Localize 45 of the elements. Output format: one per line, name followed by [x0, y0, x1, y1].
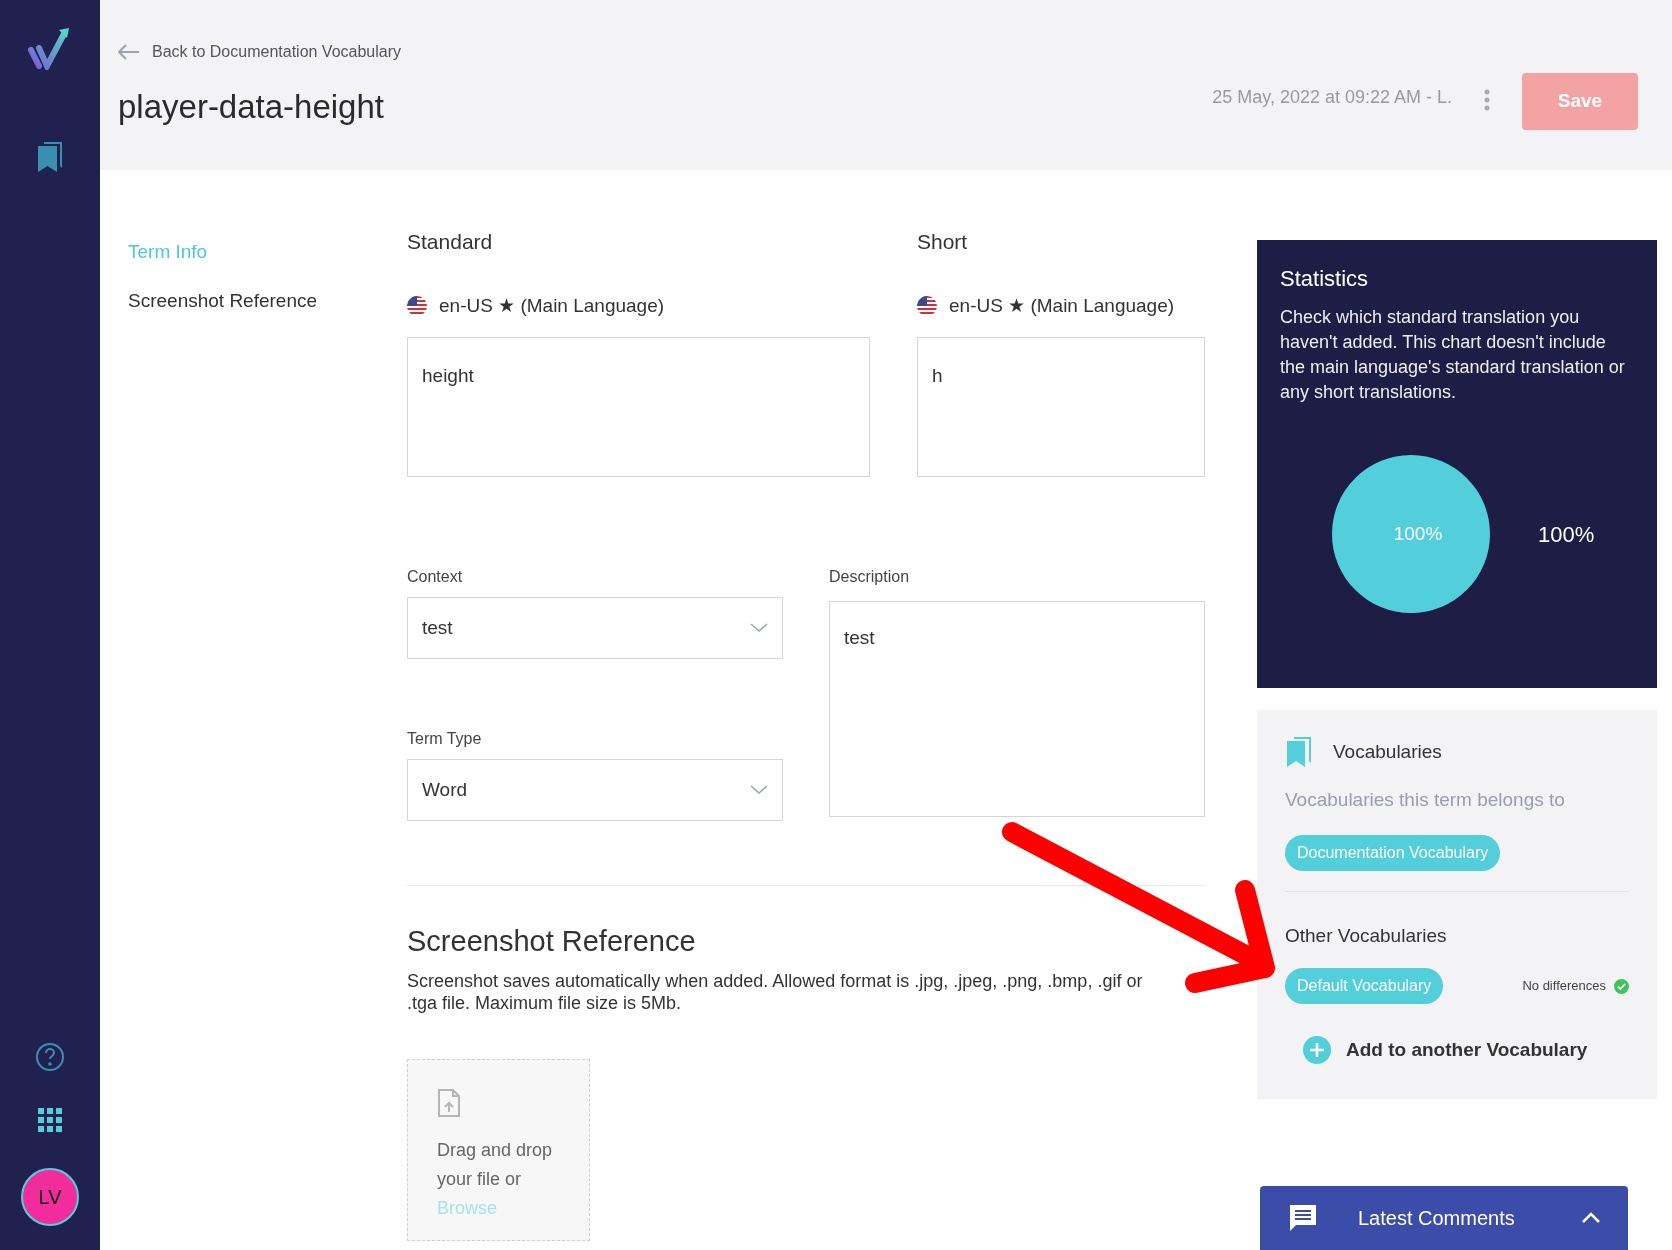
us-flag-icon: [917, 295, 937, 316]
language-label: en-US ★ (Main Language): [949, 293, 1175, 318]
field-label: Description: [829, 567, 911, 587]
panel-subtitle: Vocabularies this term belongs to: [1285, 788, 1566, 812]
slice-label: 100%: [1393, 523, 1443, 544]
back-arrow-icon: [118, 44, 140, 60]
chevron-down-icon: [750, 785, 768, 795]
translation-heading: Standard: [407, 229, 494, 255]
field-label: Context: [407, 567, 464, 587]
section-heading: Screenshot Reference: [407, 924, 696, 959]
file-drop-zone[interactable]: Drag and drop your file or Browse: [407, 1058, 590, 1241]
file-upload-icon: [437, 1087, 461, 1118]
us-flag-icon: [407, 295, 427, 316]
panel-title: Vocabularies: [1333, 739, 1442, 764]
upload-instructions: Screenshot saves automatically when added. Allowed format is .jpg, .jpeg, .png, .bmp, .gif or .tga file. Maximum file size is 5Mb.: [407, 969, 1144, 1014]
help-icon[interactable]: [35, 1042, 65, 1072]
legend-label: 100%: [1538, 520, 1595, 549]
section-nav-link[interactable]: Screenshot Reference: [128, 286, 318, 315]
apps-grid-icon[interactable]: [38, 1108, 62, 1132]
chevron-down-icon: [750, 623, 768, 633]
difference-status: No differences: [1522, 977, 1606, 996]
back-link[interactable]: Back to Documentation Vocabulary: [118, 40, 402, 64]
drop-instructions: Drag and drop your file or Browse: [437, 1138, 554, 1220]
user-avatar[interactable]: LV: [21, 1168, 79, 1226]
comment-icon: [1288, 1203, 1318, 1233]
context-select[interactable]: test: [407, 597, 783, 659]
field-label: Term Type: [407, 729, 483, 749]
translation-heading: Short: [917, 229, 969, 255]
translation-input[interactable]: height: [407, 337, 870, 477]
language-label: en-US ★ (Main Language): [439, 293, 665, 318]
page-title: player-data-height: [118, 87, 384, 127]
chevron-up-icon: [1582, 1212, 1600, 1224]
term-type-select[interactable]: Word: [407, 759, 783, 821]
panel-title: Statistics: [1280, 265, 1369, 293]
statistics-description: Check which standard translation you haven't added. This chart doesn't include the main language's standard translation or any short translations.: [1280, 306, 1626, 404]
section-subtitle: Other Vocabularies: [1285, 923, 1447, 948]
translation-input[interactable]: h: [917, 337, 1205, 477]
check-circle-icon: [1614, 978, 1629, 994]
plus-circle-icon: [1303, 1036, 1331, 1065]
bookmarks-icon: [1285, 736, 1313, 768]
description-input[interactable]: test: [829, 601, 1205, 817]
latest-comments-bar[interactable]: Latest Comments: [1260, 1186, 1628, 1250]
timestamp: 25 May, 2022 at 09:22 AM - L.: [1212, 86, 1452, 109]
add-vocabulary-button[interactable]: Add to another Vocabulary: [1303, 1036, 1588, 1065]
bookmarks-icon[interactable]: [35, 140, 65, 174]
